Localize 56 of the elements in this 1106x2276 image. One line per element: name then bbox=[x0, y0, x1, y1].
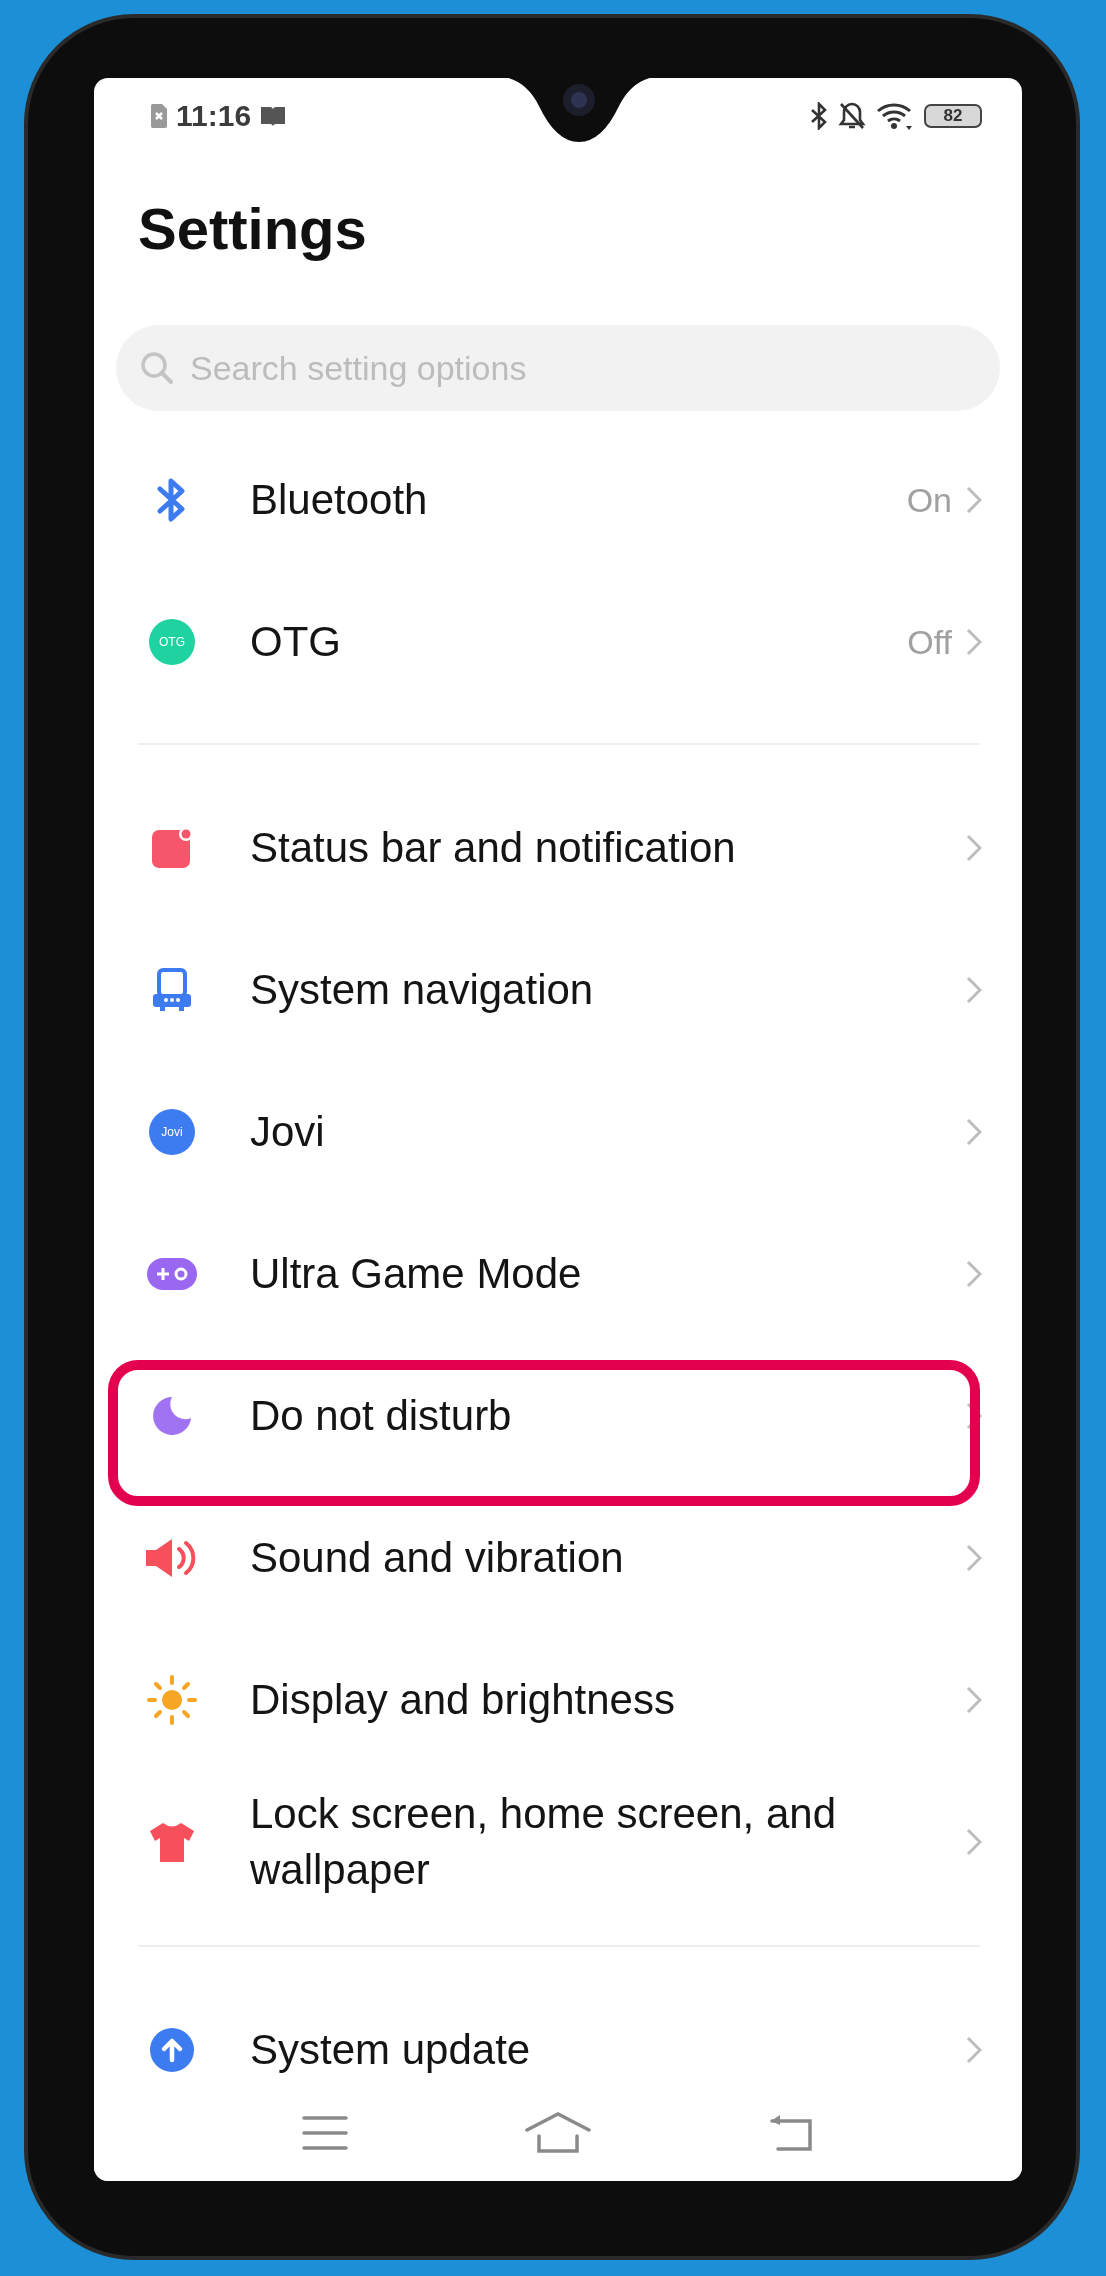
chevron-icon bbox=[966, 1402, 982, 1430]
chevron-icon bbox=[966, 834, 982, 862]
settings-row[interactable]: Do not disturb bbox=[94, 1345, 1022, 1487]
chevron-icon bbox=[966, 628, 982, 656]
settings-row[interactable]: System navigation bbox=[94, 919, 1022, 1061]
gamepad-icon bbox=[146, 1257, 198, 1291]
row-label: Lock screen, home screen, and wallpaper bbox=[250, 1789, 837, 1895]
chevron-icon bbox=[966, 1118, 982, 1146]
row-label: Jovi bbox=[250, 1107, 326, 1157]
chevron-icon bbox=[966, 486, 982, 514]
row-value: Off bbox=[907, 622, 952, 662]
bluetooth-icon bbox=[810, 102, 828, 130]
row-value: On bbox=[906, 480, 952, 520]
device-icon bbox=[150, 967, 194, 1013]
chevron-icon bbox=[966, 976, 982, 1004]
upload-icon bbox=[149, 2027, 195, 2073]
chevron-icon bbox=[966, 1686, 982, 1714]
battery-indicator: 82 bbox=[924, 104, 982, 128]
muted-bell-icon bbox=[838, 101, 866, 131]
page-title: Settings bbox=[137, 195, 368, 263]
settings-row[interactable]: Jovi Jovi bbox=[94, 1061, 1022, 1203]
settings-row[interactable]: Ultra Game Mode bbox=[94, 1203, 1022, 1345]
circle-icon: Jovi bbox=[149, 1109, 195, 1155]
back-icon[interactable] bbox=[767, 2113, 814, 2153]
wifi-icon bbox=[876, 101, 914, 131]
row-label: Bluetooth bbox=[250, 475, 429, 525]
settings-row[interactable]: Sound and vibration bbox=[94, 1487, 1022, 1629]
settings-row[interactable]: Status bar and notification bbox=[94, 777, 1022, 919]
clock-time: 11:16 bbox=[176, 99, 252, 133]
settings-row[interactable]: System update bbox=[94, 1979, 1022, 2085]
menu-icon[interactable] bbox=[302, 2114, 349, 2152]
home-icon[interactable] bbox=[525, 2112, 591, 2154]
row-label: System update bbox=[250, 2025, 532, 2075]
row-label: System navigation bbox=[250, 965, 595, 1015]
chevron-icon bbox=[966, 1828, 982, 1856]
chevron-icon bbox=[966, 1260, 982, 1288]
notification-icon bbox=[150, 826, 194, 870]
search-icon bbox=[140, 351, 174, 385]
chevron-icon bbox=[966, 1544, 982, 1572]
t-shirt-icon bbox=[147, 1820, 197, 1864]
moon-icon bbox=[150, 1394, 194, 1438]
sun-icon bbox=[147, 1675, 197, 1725]
row-label: Status bar and notification bbox=[250, 823, 737, 873]
settings-row[interactable]: OTG OTG Off bbox=[94, 571, 1022, 713]
settings-row[interactable]: Bluetooth On bbox=[94, 429, 1022, 571]
circle-icon: OTG bbox=[149, 619, 195, 665]
sim-card-icon bbox=[150, 103, 168, 129]
row-label: Display and brightness bbox=[250, 1675, 676, 1725]
settings-row[interactable]: Lock screen, home screen, and wallpaper bbox=[94, 1771, 1022, 1913]
book-icon bbox=[259, 104, 288, 128]
chevron-icon bbox=[966, 2036, 982, 2064]
row-label: Ultra Game Mode bbox=[250, 1249, 583, 1299]
row-label: OTG bbox=[250, 617, 342, 667]
settings-row[interactable]: Display and brightness bbox=[94, 1629, 1022, 1771]
row-label: Sound and vibration bbox=[250, 1533, 625, 1583]
row-label: Do not disturb bbox=[250, 1391, 513, 1441]
